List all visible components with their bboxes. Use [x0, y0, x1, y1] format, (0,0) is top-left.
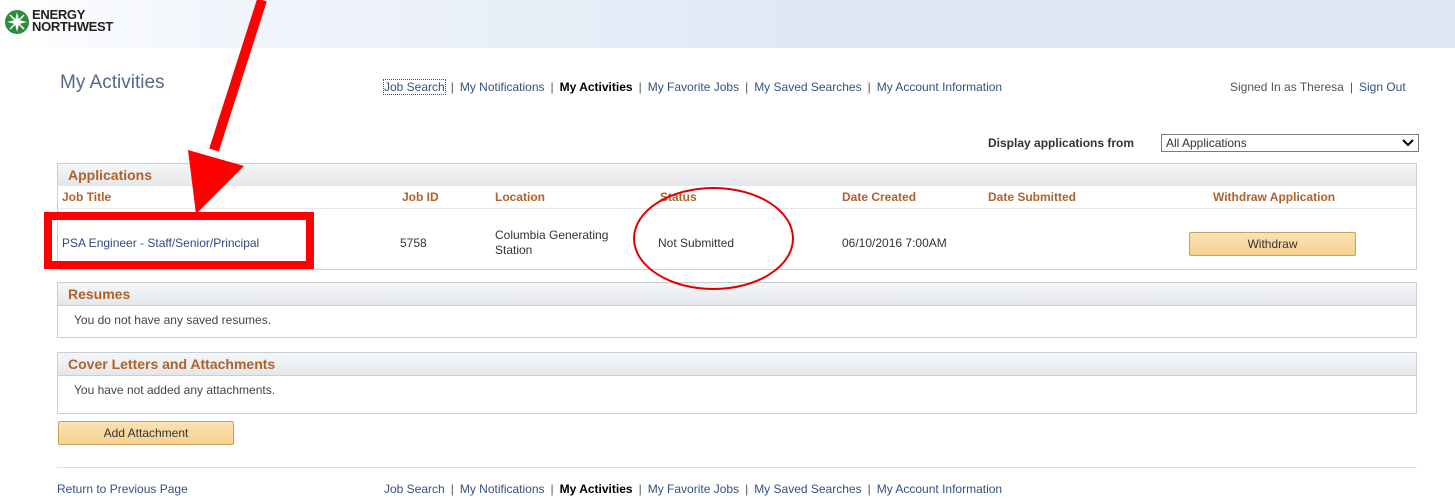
display-applications-label: Display applications from [988, 136, 1135, 150]
footer-nav-my-saved-searches[interactable]: My Saved Searches [754, 482, 861, 496]
chevron-down-icon [1402, 139, 1414, 147]
nav-my-activities[interactable]: My Activities [560, 80, 633, 94]
signed-in-area: Signed In as Theresa | Sign Out [1230, 80, 1406, 94]
annotation-highlight-box [44, 212, 314, 269]
resumes-empty-message: You do not have any saved resumes. [74, 313, 272, 327]
return-to-previous-page-link[interactable]: Return to Previous Page [57, 482, 188, 496]
display-applications-select[interactable]: All Applications [1161, 134, 1419, 152]
nav-separator: | [638, 80, 642, 94]
nav-my-notifications[interactable]: My Notifications [460, 80, 545, 94]
sign-out-link[interactable]: Sign Out [1359, 80, 1406, 94]
nav-job-search[interactable]: Job Search [383, 79, 446, 95]
footer-nav-my-favorite-jobs[interactable]: My Favorite Jobs [648, 482, 739, 496]
cover-letters-header: Cover Letters and Attachments [58, 353, 1416, 376]
location-line-1: Columbia Generating [495, 228, 609, 242]
nav-separator: | [867, 80, 871, 94]
nav-separator: | [450, 482, 454, 496]
footer-nav-my-activities[interactable]: My Activities [560, 482, 633, 496]
attachments-empty-message: You have not added any attachments. [74, 383, 276, 397]
display-select-value: All Applications [1166, 136, 1247, 150]
nav-separator: | [550, 80, 554, 94]
column-withdraw-application: Withdraw Application [1213, 190, 1336, 204]
column-location: Location [495, 190, 545, 204]
nav-my-account-information[interactable]: My Account Information [877, 80, 1002, 94]
annotation-status-circle [633, 187, 794, 290]
location-line-2: Station [495, 243, 533, 257]
nav-separator: | [745, 80, 749, 94]
footer-nav-my-account-information[interactable]: My Account Information [877, 482, 1002, 496]
nav-separator: | [550, 482, 554, 496]
footer-nav-job-search[interactable]: Job Search [384, 482, 445, 496]
column-date-submitted: Date Submitted [988, 190, 1077, 204]
bottom-navigation: Job Search | My Notifications | My Activitie… [384, 482, 1002, 496]
add-attachment-button[interactable]: Add Attachment [58, 421, 234, 445]
cover-letters-panel: Cover Letters and Attachments You have n… [57, 352, 1417, 414]
job-id-cell: 5758 [400, 236, 427, 250]
nav-separator: | [450, 80, 454, 94]
nav-my-saved-searches[interactable]: My Saved Searches [754, 80, 861, 94]
nav-separator: | [745, 482, 749, 496]
footer-nav-my-notifications[interactable]: My Notifications [460, 482, 545, 496]
nav-my-favorite-jobs[interactable]: My Favorite Jobs [648, 80, 739, 94]
footer-divider [57, 467, 1417, 468]
location-cell: Columbia Generating Station [495, 228, 608, 258]
signed-in-separator: | [1349, 80, 1353, 94]
column-date-created: Date Created [842, 190, 917, 204]
date-created-cell: 06/10/2016 7:00AM [842, 236, 947, 250]
column-job-id: Job ID [402, 190, 439, 204]
nav-separator: | [638, 482, 642, 496]
annotation-arrow-icon [188, 0, 267, 214]
nav-separator: | [867, 482, 871, 496]
top-navigation: Job Search | My Notifications | My Activitie… [383, 79, 1002, 95]
withdraw-button[interactable]: Withdraw [1189, 232, 1356, 256]
signed-in-text: Signed In as Theresa [1230, 80, 1344, 94]
resumes-panel: Resumes You do not have any saved resume… [57, 282, 1417, 338]
